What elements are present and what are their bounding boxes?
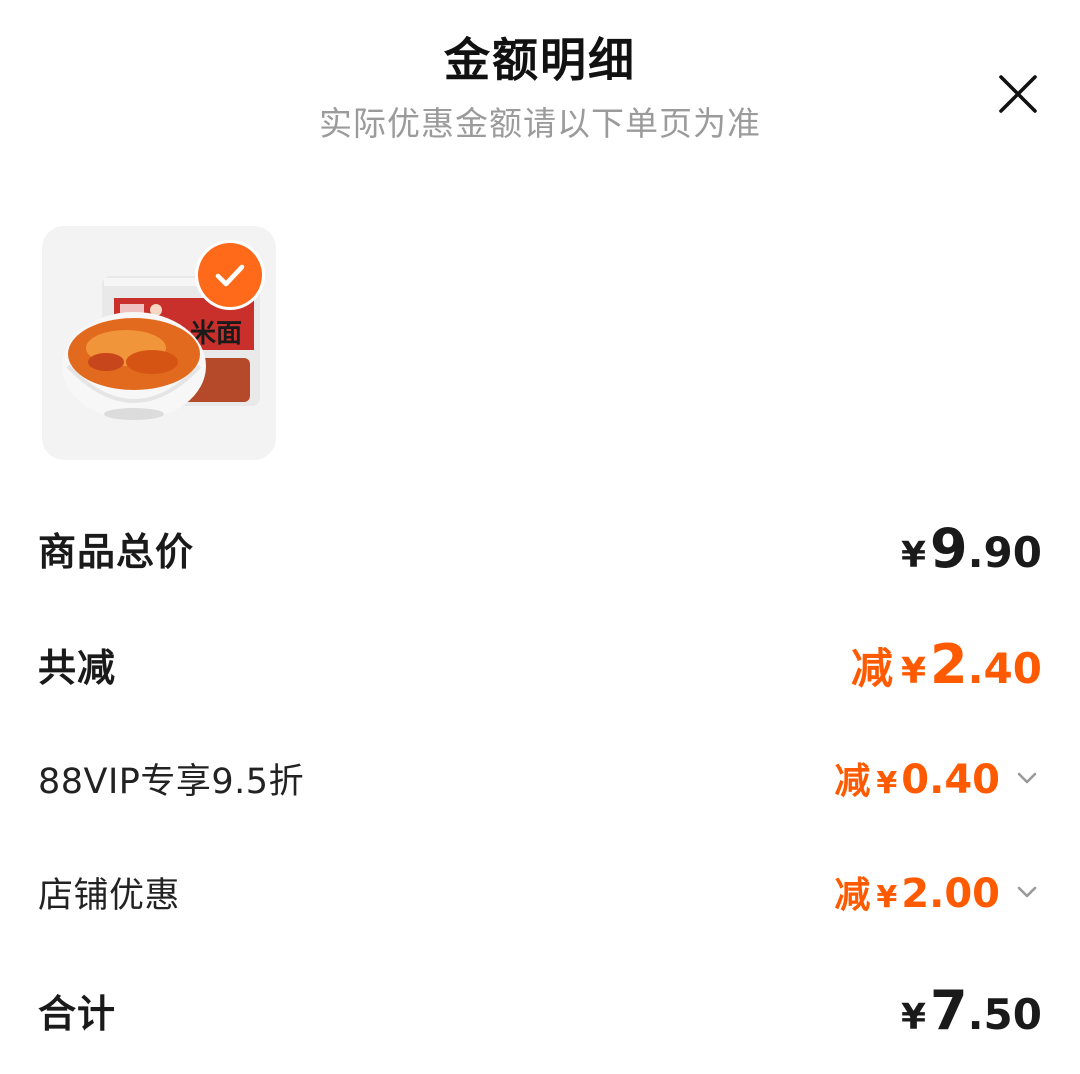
total-discount-value: 减 ¥ 2 .40 <box>851 633 1042 696</box>
total-price-value: ¥ 9 .90 <box>901 517 1042 580</box>
row-vip-discount[interactable]: 88VIP专享9.5折 减 ¥ 0.40 <box>38 738 1042 818</box>
grand-total-integer: 7 <box>930 978 968 1042</box>
shop-discount-amount: 2.00 <box>901 871 1000 917</box>
vip-discount-value: 减 ¥ 0.40 <box>834 752 1042 804</box>
amount-detail-sheet: 金额明细 实际优惠金额请以下单页为准 米面 商品总价 ¥ 9 .90 共减 减 … <box>0 0 1080 1074</box>
currency-symbol: ¥ <box>876 880 898 915</box>
check-icon <box>215 264 245 287</box>
discount-prefix: 减 <box>834 761 871 802</box>
currency-symbol: ¥ <box>900 650 927 692</box>
row-total-price: 商品总价 ¥ 9 .90 <box>38 508 1042 588</box>
grand-total-decimal: .50 <box>967 989 1042 1039</box>
chevron-down-icon[interactable] <box>1012 877 1042 907</box>
row-total-discount: 共减 减 ¥ 2 .40 <box>38 624 1042 704</box>
currency-symbol: ¥ <box>876 766 898 801</box>
selected-check-badge[interactable] <box>198 243 262 307</box>
price-decimal: .90 <box>967 527 1042 577</box>
vip-discount-amount: 0.40 <box>901 757 1000 803</box>
chevron-down-icon[interactable] <box>1012 763 1042 793</box>
discount-decimal: .40 <box>967 643 1042 693</box>
shop-discount-value: 减 ¥ 2.00 <box>834 866 1042 918</box>
close-button[interactable] <box>992 68 1044 120</box>
close-icon <box>999 75 1037 113</box>
row-grand-total: 合计 ¥ 7 .50 <box>38 970 1042 1050</box>
discount-integer: 2 <box>930 632 968 696</box>
shop-discount-label: 店铺优惠 <box>38 875 181 916</box>
vip-discount-label: 88VIP专享9.5折 <box>38 761 305 802</box>
discount-prefix: 减 <box>834 875 871 916</box>
grand-total-label: 合计 <box>38 991 117 1036</box>
currency-symbol: ¥ <box>900 996 927 1038</box>
total-discount-label: 共减 <box>38 645 117 690</box>
grand-total-value: ¥ 7 .50 <box>901 979 1042 1042</box>
currency-symbol: ¥ <box>900 534 927 576</box>
total-price-label: 商品总价 <box>38 529 195 574</box>
row-shop-discount[interactable]: 店铺优惠 减 ¥ 2.00 <box>38 852 1042 932</box>
sheet-subtitle: 实际优惠金额请以下单页为准 <box>319 104 761 143</box>
price-integer: 9 <box>930 516 968 580</box>
discount-prefix: 减 <box>850 643 893 693</box>
sheet-header: 金额明细 实际优惠金额请以下单页为准 <box>0 28 1080 146</box>
sheet-title: 金额明细 <box>444 33 636 87</box>
